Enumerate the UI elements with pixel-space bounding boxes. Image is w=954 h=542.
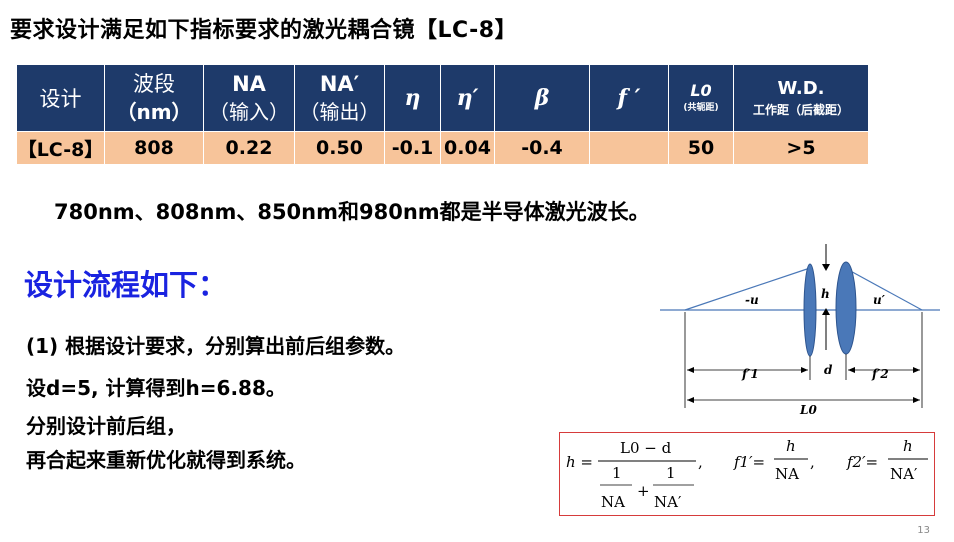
formula-den1-den: NA (601, 493, 625, 511)
label-h: h (821, 287, 830, 301)
h-arrow-bottom-head (822, 308, 830, 315)
formula-f2-num: h (903, 437, 913, 455)
header-wd: W.D. 工作距（后截距） (733, 64, 869, 132)
label-f2: f′2 (871, 367, 889, 381)
header-eta: η (384, 64, 441, 132)
lens-system-diagram: -u h u′ f′1 d f′2 L0 (660, 244, 940, 417)
cell-na-output: 0.50 (294, 131, 385, 165)
f1-arrow-left (687, 367, 694, 373)
formula-den1-num: 1 (612, 464, 622, 482)
f2-arrow-left (848, 367, 855, 373)
cell-f-prime (589, 131, 669, 165)
f2-arrow-right (913, 367, 920, 373)
header-f-prime: f ′ (589, 64, 669, 132)
table-row: 【LC-8】 808 0.22 0.50 -0.1 0.04 -0.4 50 >… (16, 131, 869, 165)
cell-eta: -0.1 (384, 131, 441, 165)
formula-h: h = (566, 453, 593, 471)
page-number: 13 (917, 525, 930, 536)
flow-title: 设计流程如下： (24, 268, 228, 302)
cell-design: 【LC-8】 (16, 131, 105, 165)
rear-lens (835, 261, 857, 355)
label-d: d (824, 363, 833, 377)
cell-band: 808 (104, 131, 204, 165)
formula-plus: + (637, 482, 650, 500)
header-beta: β (494, 64, 590, 132)
cell-na-input: 0.22 (203, 131, 295, 165)
flow-step-2: 设d=5, 计算得到h=6.88。 (26, 376, 286, 400)
flow-step-1: (1) 根据设计要求，分别算出前后组参数。 (26, 334, 406, 358)
l0-arrow-right (913, 397, 920, 403)
formula-comma2: , (810, 453, 815, 471)
l0-arrow-left (687, 397, 694, 403)
flow-step-4: 再合起来重新优化就得到系统。 (26, 448, 306, 472)
formula-f2: f2′= (846, 453, 878, 471)
formula-f2-den: NA′ (890, 465, 918, 483)
header-l0: L0 (共轭距) (668, 64, 734, 132)
cell-l0: 50 (668, 131, 734, 165)
page-title: 要求设计满足如下指标要求的激光耦合镜【LC-8】 (10, 18, 518, 43)
f1-arrow-right (801, 367, 808, 373)
header-band: 波段 （nm） (104, 64, 204, 132)
header-na-output: NA′ （输出） (294, 64, 385, 132)
front-lens (803, 263, 817, 357)
cell-wd: >5 (733, 131, 869, 165)
label-l0: L0 (799, 403, 817, 417)
cell-beta: -0.4 (494, 131, 590, 165)
h-arrow-top-head (822, 264, 830, 271)
flow-step-3: 分别设计前后组， (26, 414, 186, 438)
formula-comma1: , (698, 453, 703, 471)
header-design: 设计 (16, 64, 105, 132)
formula-f1: f1′= (733, 453, 765, 471)
formula-den2-den: NA′ (654, 493, 682, 511)
formula-f1-num: h (786, 437, 796, 455)
formula: h = L0 − d 1 NA + 1 NA′ , f1′= h NA , f2… (566, 437, 928, 511)
label-f1: f′1 (741, 367, 759, 381)
spec-table: 设计 波段 （nm） NA （输入） NA′ （输出） η η′ β f ′ L… (16, 64, 869, 165)
label-u-prime: u′ (873, 293, 886, 307)
label-u: -u (745, 293, 759, 307)
formula-numerator: L0 − d (620, 439, 672, 457)
formula-f1-den: NA (775, 465, 799, 483)
header-eta-prime: η′ (440, 64, 495, 132)
wavelength-note: 780nm、808nm、850nm和980nm都是半导体激光波长。 (54, 200, 650, 224)
cell-eta-prime: 0.04 (440, 131, 495, 165)
formula-box: h = L0 − d 1 NA + 1 NA′ , f1′= h NA , f2… (559, 432, 935, 516)
table-header-row: 设计 波段 （nm） NA （输入） NA′ （输出） η η′ β f ′ L… (16, 64, 869, 132)
formula-den2-num: 1 (666, 464, 676, 482)
header-na-input: NA （输入） (203, 64, 295, 132)
